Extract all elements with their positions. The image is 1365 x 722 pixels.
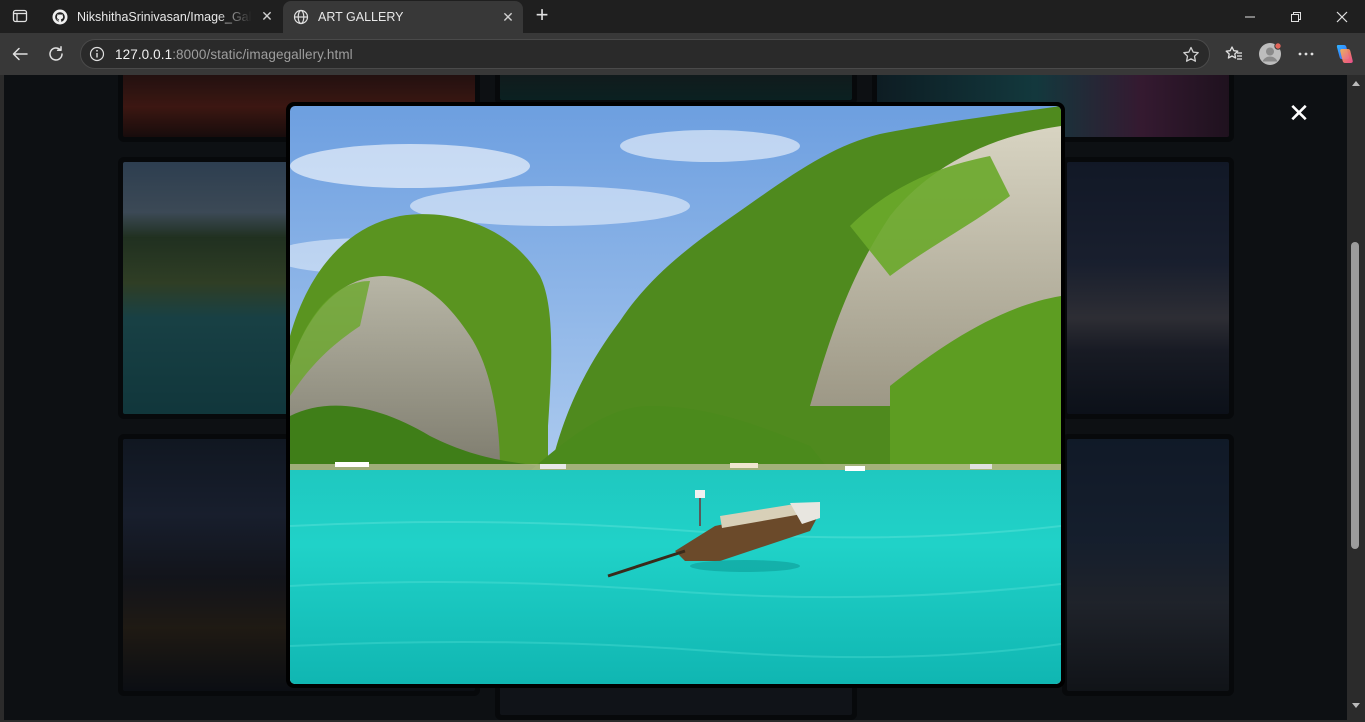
tab-actions-icon	[12, 9, 28, 23]
globe-icon	[293, 9, 309, 25]
close-icon	[1336, 11, 1348, 22]
gallery-image	[500, 685, 852, 715]
gallery-image	[1067, 162, 1229, 414]
browser-toolbar: 127.0.0.1:8000/static/imagegallery.html	[0, 33, 1365, 75]
tab-actions-button[interactable]	[8, 5, 32, 27]
gallery-card[interactable]	[1062, 434, 1234, 696]
tab-close-button[interactable]: ✕	[260, 9, 274, 23]
modal-close-button[interactable]: ✕	[1286, 101, 1312, 127]
tab-title: ART GALLERY	[318, 10, 404, 24]
address-bar[interactable]: 127.0.0.1:8000/static/imagegallery.html	[80, 39, 1210, 69]
gallery-card[interactable]	[495, 75, 857, 105]
favorites-icon	[1225, 46, 1242, 60]
page-scrollbar[interactable]	[1347, 75, 1365, 722]
url-text: 127.0.0.1:8000/static/imagegallery.html	[115, 47, 353, 62]
avatar-icon	[1259, 42, 1282, 65]
close-window-button[interactable]	[1319, 0, 1365, 33]
reload-button[interactable]	[42, 40, 70, 68]
profile-button[interactable]	[1256, 40, 1284, 68]
url-path: :8000/static/imagegallery.html	[172, 47, 353, 62]
tab-art-gallery[interactable]: ART GALLERY ✕	[283, 1, 523, 33]
new-tab-button[interactable]: +	[530, 4, 554, 28]
copilot-icon	[1336, 45, 1353, 63]
minimize-button[interactable]	[1227, 0, 1273, 33]
gallery-image	[1067, 439, 1229, 691]
browser-window: NikshithaSrinivasan/Image_Gallery ✕ ART …	[0, 0, 1365, 722]
tab-close-button[interactable]: ✕	[501, 10, 515, 24]
favorites-button[interactable]	[1220, 40, 1248, 68]
more-dots-icon	[1298, 52, 1314, 56]
tab-title: NikshithaSrinivasan/Image_Gallery	[77, 9, 252, 24]
restore-icon	[1291, 11, 1301, 22]
scrollbar-thumb[interactable]	[1351, 242, 1359, 549]
gallery-card[interactable]	[1062, 157, 1234, 419]
site-info-icon[interactable]	[89, 46, 105, 62]
gallery-image	[500, 75, 852, 100]
favorite-star-icon[interactable]	[1181, 45, 1201, 65]
url-host: 127.0.0.1	[115, 47, 173, 62]
reload-icon	[49, 46, 63, 61]
back-arrow-icon	[12, 47, 28, 61]
lightbox-frame	[286, 102, 1065, 688]
copilot-button[interactable]	[1329, 40, 1357, 68]
lightbox-image	[290, 106, 1061, 684]
back-button[interactable]	[6, 40, 34, 68]
more-menu-button[interactable]	[1292, 40, 1320, 68]
tab-github[interactable]: NikshithaSrinivasan/Image_Gallery ✕	[42, 0, 282, 33]
github-icon	[52, 9, 68, 24]
tab-strip: NikshithaSrinivasan/Image_Gallery ✕ ART …	[0, 0, 1365, 33]
scroll-down-arrow[interactable]	[1352, 703, 1360, 708]
scroll-up-arrow[interactable]	[1352, 81, 1360, 86]
minimize-icon	[1245, 16, 1255, 17]
restore-button[interactable]	[1273, 0, 1319, 33]
